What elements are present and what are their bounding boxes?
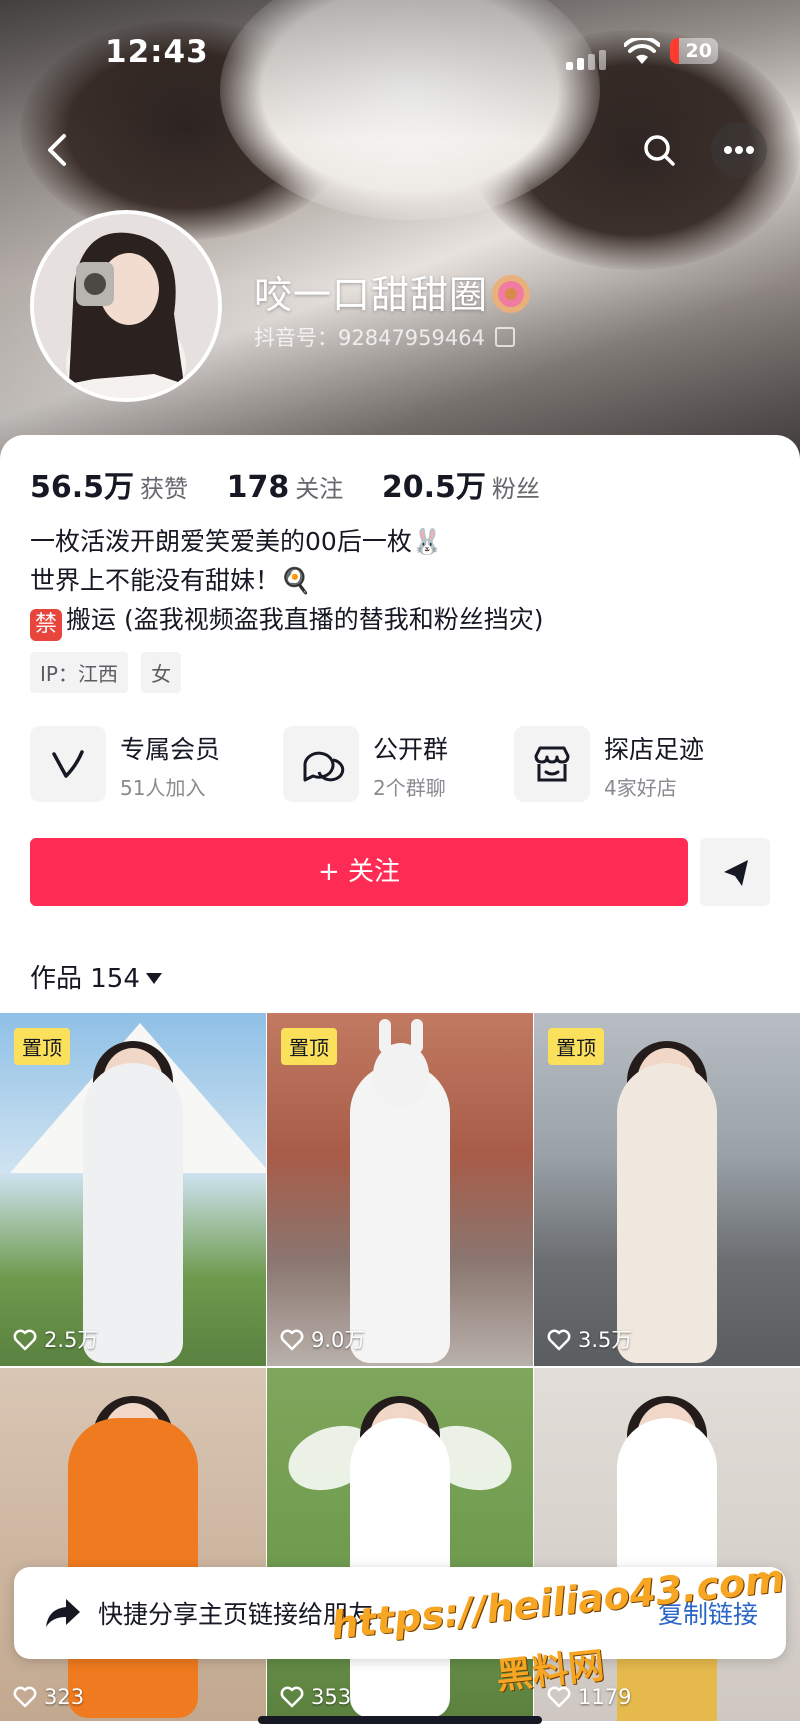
shop-icon xyxy=(534,746,570,782)
profile-tags: IP：江西 女 xyxy=(30,652,189,693)
nickname-text: 咬一口甜甜圈 xyxy=(254,273,489,317)
pinned-badge: 置顶 xyxy=(281,1028,337,1065)
bio-line-1: 一枚活泼开朗爱笑爱美的00后一枚🐰 xyxy=(30,527,443,556)
signal-icon xyxy=(566,50,606,70)
douyin-id[interactable]: 抖音号：92847959464 xyxy=(254,322,515,352)
video-thumbnail-3[interactable]: 置顶 3.5万 xyxy=(534,1013,800,1366)
works-label: 作品 154 xyxy=(30,964,140,994)
bio-line-3-text: 搬运 (盗我视频盗我直播的替我和粉丝挡灾) xyxy=(66,605,544,634)
entry-membership[interactable]: 专属会员 51人加入 xyxy=(30,726,250,802)
bio-line-3: 禁搬运 (盗我视频盗我直播的替我和粉丝挡灾) xyxy=(30,600,543,641)
more-options-button[interactable] xyxy=(711,122,767,178)
gender-tag: 女 xyxy=(141,652,182,693)
battery-level: 20 xyxy=(685,40,712,62)
video-thumbnail-1[interactable]: 置顶 2.5万 xyxy=(0,1013,266,1366)
status-time: 12:43 xyxy=(105,34,209,70)
heart-icon xyxy=(13,1686,37,1708)
heart-icon xyxy=(280,1329,304,1351)
send-message-button[interactable] xyxy=(700,838,770,906)
follow-button[interactable]: + 关注 xyxy=(30,838,688,906)
stat-following[interactable]: 178 关注 xyxy=(227,470,374,505)
battery-indicator: 20 xyxy=(670,38,718,64)
share-arrow-icon xyxy=(46,1599,80,1627)
chevron-left-icon xyxy=(48,134,66,166)
entry-group-subtitle: 2个群聊 xyxy=(373,776,446,800)
search-button[interactable] xyxy=(631,122,687,178)
profile-nickname: 咬一口甜甜圈 xyxy=(254,264,531,319)
video-like-count: 353 xyxy=(279,1685,351,1709)
entry-shop-subtitle: 4家好店 xyxy=(604,776,677,800)
profile-stats: 56.5万 获赞 178 关注 20.5万 粉丝 xyxy=(30,462,570,506)
douyin-id-text: 抖音号：92847959464 xyxy=(254,326,485,350)
avatar-portrait-image xyxy=(34,214,218,398)
profile-bio: 一枚活泼开朗爱笑爱美的00后一枚🐰 世界上不能没有甜妹！🍳 禁搬运 (盗我视频盗… xyxy=(30,522,543,641)
stat-likes[interactable]: 56.5万 获赞 xyxy=(30,470,218,505)
send-arrow-icon xyxy=(724,860,748,886)
entry-shop-title: 探店足迹 xyxy=(604,735,705,764)
video-like-count: 9.0万 xyxy=(279,1324,365,1354)
heart-icon xyxy=(13,1329,37,1351)
search-icon xyxy=(644,135,675,166)
entry-membership-title: 专属会员 xyxy=(120,735,221,764)
ban-badge-icon: 禁 xyxy=(30,609,62,641)
video-like-count: 323 xyxy=(12,1685,84,1709)
works-tab[interactable]: 作品 154 xyxy=(30,958,162,995)
copy-icon[interactable] xyxy=(494,327,515,347)
group-chat-icon xyxy=(303,751,345,782)
stat-followers[interactable]: 20.5万 粉丝 xyxy=(382,470,570,505)
heart-icon xyxy=(547,1329,571,1351)
back-button[interactable] xyxy=(30,122,86,178)
video-thumbnail-4[interactable]: 323 xyxy=(0,1368,266,1721)
avatar[interactable] xyxy=(30,210,222,402)
entry-shop-visits[interactable]: 探店足迹 4家好店 xyxy=(514,726,734,802)
video-thumbnail-2[interactable]: 置顶 9.0万 xyxy=(267,1013,533,1366)
status-bar: 12:43 20 xyxy=(0,30,800,80)
video-like-count: 3.5万 xyxy=(546,1324,632,1354)
donut-emoji-icon xyxy=(492,275,531,313)
entry-public-group[interactable]: 公开群 2个群聊 xyxy=(283,726,483,802)
more-dots-icon xyxy=(724,146,754,154)
pinned-badge: 置顶 xyxy=(548,1028,604,1065)
entry-membership-subtitle: 51人加入 xyxy=(120,776,206,800)
entry-group-title: 公开群 xyxy=(373,735,449,764)
home-indicator[interactable] xyxy=(258,1716,542,1724)
video-like-count: 2.5万 xyxy=(12,1324,98,1354)
v-badge-icon xyxy=(52,750,84,778)
dropdown-triangle-icon xyxy=(145,973,162,984)
wifi-icon xyxy=(624,38,660,64)
pinned-badge: 置顶 xyxy=(14,1028,70,1065)
video-thumbnail-5[interactable]: 353 xyxy=(267,1368,533,1721)
bio-line-2: 世界上不能没有甜妹！🍳 xyxy=(30,566,312,595)
ip-location-tag: IP：江西 xyxy=(30,652,128,693)
heart-icon xyxy=(280,1686,304,1708)
